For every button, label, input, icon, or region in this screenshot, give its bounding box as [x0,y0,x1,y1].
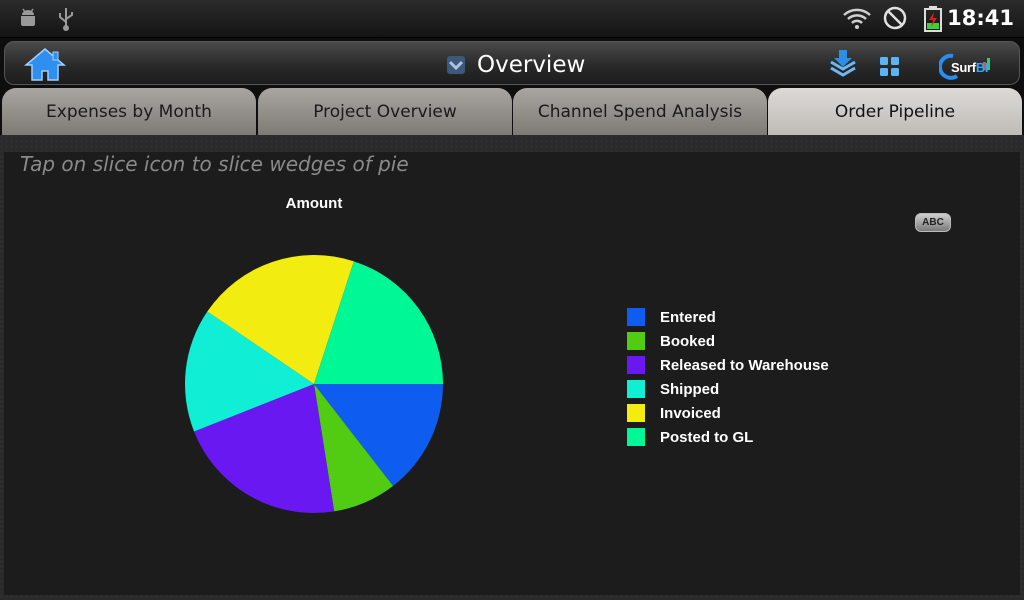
legend-swatch [627,380,645,398]
legend-label: Invoiced [660,404,721,422]
legend-swatch [627,332,645,350]
legend-swatch [627,308,645,326]
legend-label: Booked [660,332,716,350]
chart-legend: Entered Booked Released to Warehouse Shippe… [627,305,829,449]
legend-swatch [627,428,645,446]
legend-swatch [627,356,645,374]
legend-label: Entered [660,308,716,326]
legend-swatch [627,404,645,422]
legend-item: Entered [627,305,829,329]
legend-item: Posted to GL [627,425,829,449]
legend-label: Posted to GL [660,428,754,446]
legend-item: Released to Warehouse [627,353,829,377]
legend-item: Booked [627,329,829,353]
legend-label: Released to Warehouse [660,356,829,374]
legend-label: Shipped [660,380,720,398]
legend-item: Shipped [627,377,829,401]
pie-chart[interactable] [0,0,1024,600]
legend-item: Invoiced [627,401,829,425]
